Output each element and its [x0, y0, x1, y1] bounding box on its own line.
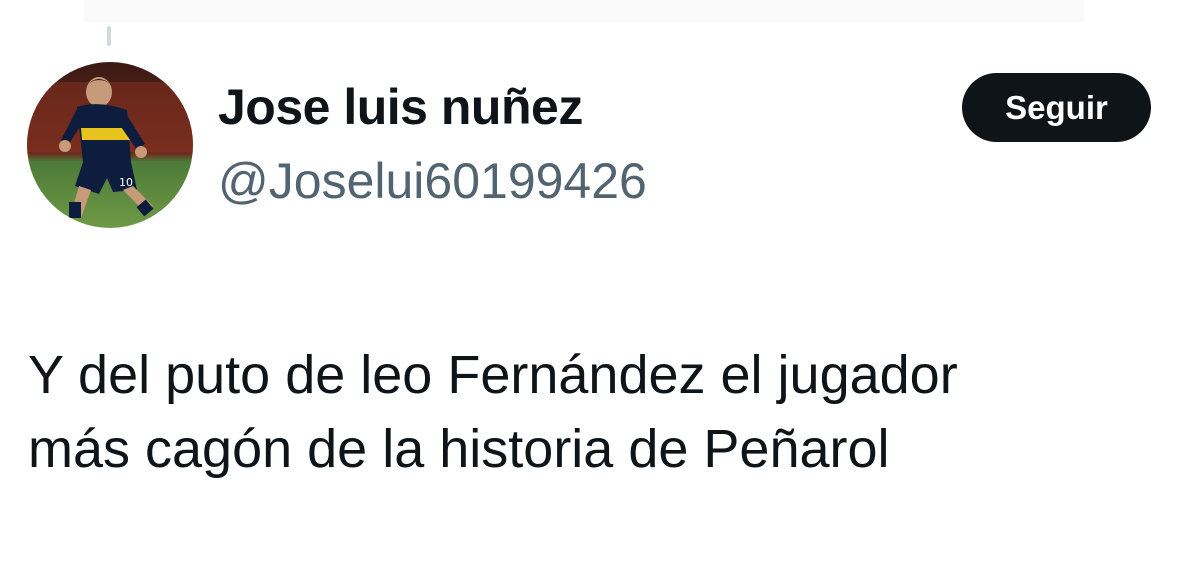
username-handle[interactable]: @Joselui60199426: [218, 152, 647, 210]
display-name[interactable]: Jose luis nuñez: [218, 78, 583, 136]
avatar[interactable]: 10: [27, 62, 193, 228]
thread-connector-line: [107, 26, 111, 46]
tweet-text-line: más cagón de la historia de Peñarol: [28, 419, 890, 479]
tweet-text-line: Y del puto de leo Fernández el jugador: [28, 345, 958, 405]
tweet-card: 10 Jose luis nuñez @Joselui60199426 Segu…: [0, 0, 1200, 580]
follow-button[interactable]: Seguir: [962, 73, 1151, 142]
tweet-text: Y del puto de leo Fernández el jugador m…: [28, 338, 1188, 486]
profile-photo-icon: 10: [27, 62, 193, 228]
top-divider: [84, 0, 1084, 22]
